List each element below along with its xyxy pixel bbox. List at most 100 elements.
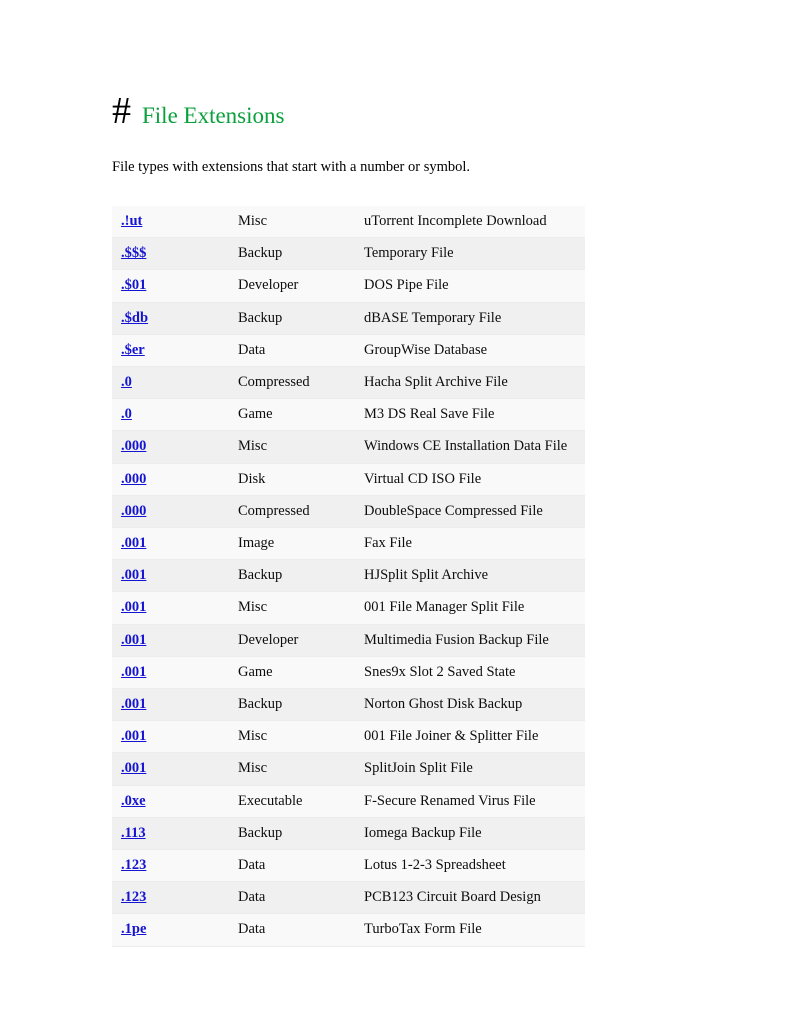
- description-cell: M3 DS Real Save File: [355, 398, 585, 432]
- description-cell: dBASE Temporary File: [355, 302, 585, 335]
- category-cell: Backup: [229, 688, 355, 722]
- description-cell: Virtual CD ISO File: [355, 463, 585, 496]
- extension-cell: .000: [112, 430, 229, 464]
- page-title: # File Extensions: [112, 92, 672, 130]
- extension-cell: .123: [112, 849, 229, 883]
- table-row: .$er Data GroupWise Database: [112, 334, 585, 368]
- category-cell: Disk: [229, 463, 355, 496]
- description-cell: HJSplit Split Archive: [355, 559, 585, 593]
- table-row: .001 Misc 001 File Manager Split File: [112, 591, 585, 625]
- table-row: .000 Compressed DoubleSpace Compressed Fil…: [112, 495, 585, 529]
- category-text: Compressed: [238, 502, 310, 519]
- extension-link[interactable]: .000: [121, 503, 146, 519]
- document-page: # File Extensions File types with extens…: [0, 0, 791, 1024]
- extension-link[interactable]: .0xe: [121, 793, 146, 809]
- description-text: 001 File Manager Split File: [364, 599, 525, 616]
- description-cell: Fax File: [355, 527, 585, 561]
- category-cell: Misc: [229, 206, 355, 239]
- table-row: .000 Disk Virtual CD ISO File: [112, 463, 585, 496]
- extension-link[interactable]: .001: [121, 632, 146, 648]
- description-text: TurboTax Form File: [364, 921, 482, 938]
- category-text: Misc: [238, 760, 267, 777]
- description-cell: Iomega Backup File: [355, 817, 585, 851]
- hash-symbol-icon: #: [112, 90, 131, 132]
- page-title-text: File Extensions: [142, 103, 285, 128]
- extension-link[interactable]: .$$$: [121, 245, 146, 261]
- extension-link[interactable]: .$db: [121, 310, 148, 326]
- description-text: DOS Pipe File: [364, 277, 449, 294]
- extension-link[interactable]: .113: [121, 825, 146, 841]
- extension-link[interactable]: .001: [121, 760, 146, 776]
- description-text: SplitJoin Split File: [364, 760, 473, 777]
- description-text: Hacha Split Archive File: [364, 374, 508, 391]
- category-cell: Compressed: [229, 495, 355, 529]
- category-cell: Developer: [229, 624, 355, 657]
- category-cell: Data: [229, 913, 355, 947]
- extension-link[interactable]: .001: [121, 664, 146, 680]
- description-text: Multimedia Fusion Backup File: [364, 631, 549, 648]
- extension-link[interactable]: .0: [121, 374, 132, 390]
- category-text: Executable: [238, 792, 303, 809]
- category-text: Data: [238, 341, 266, 358]
- description-text: M3 DS Real Save File: [364, 406, 495, 423]
- extension-link[interactable]: .001: [121, 567, 146, 583]
- category-text: Game: [238, 663, 273, 680]
- extension-link[interactable]: .1pe: [121, 921, 146, 937]
- description-cell: TurboTax Form File: [355, 913, 585, 947]
- extension-link[interactable]: .001: [121, 696, 146, 712]
- category-text: Misc: [238, 213, 267, 229]
- description-text: Lotus 1-2-3 Spreadsheet: [364, 857, 506, 874]
- description-cell: DoubleSpace Compressed File: [355, 495, 585, 529]
- category-cell: Misc: [229, 430, 355, 464]
- category-text: Misc: [238, 438, 267, 455]
- extension-link[interactable]: .000: [121, 471, 146, 487]
- table-row: .001 Developer Multimedia Fusion Backup Fi…: [112, 624, 585, 657]
- extension-link[interactable]: .$01: [121, 277, 146, 293]
- category-text: Backup: [238, 824, 283, 841]
- extension-cell: .001: [112, 688, 229, 722]
- extension-link[interactable]: .001: [121, 535, 146, 551]
- description-text: 001 File Joiner & Splitter File: [364, 728, 539, 745]
- description-cell: Norton Ghost Disk Backup: [355, 688, 585, 722]
- category-cell: Misc: [229, 591, 355, 625]
- category-cell: Data: [229, 881, 355, 915]
- file-extensions-table: .!ut Misc uTorrent Incomplete Download .$$$…: [112, 206, 585, 947]
- category-cell: Executable: [229, 785, 355, 818]
- table-row: .001 Backup HJSplit Split Archive: [112, 559, 585, 593]
- category-cell: Misc: [229, 720, 355, 754]
- category-text: Data: [238, 921, 266, 938]
- description-text: PCB123 Circuit Board Design: [364, 889, 541, 906]
- description-text: Norton Ghost Disk Backup: [364, 696, 523, 713]
- table-row: .123 Data Lotus 1-2-3 Spreadsheet: [112, 849, 585, 883]
- extension-link[interactable]: .000: [121, 438, 146, 454]
- extension-link[interactable]: .$er: [121, 342, 145, 358]
- category-cell: Backup: [229, 817, 355, 851]
- description-text: HJSplit Split Archive: [364, 567, 489, 584]
- description-text: Iomega Backup File: [364, 824, 482, 841]
- extension-cell: .0xe: [112, 785, 229, 818]
- extension-link[interactable]: .001: [121, 728, 146, 744]
- extension-link[interactable]: .123: [121, 889, 146, 905]
- extension-link[interactable]: .!ut: [121, 213, 142, 229]
- description-text: uTorrent Incomplete Download: [364, 213, 547, 229]
- extension-cell: .001: [112, 624, 229, 657]
- extension-cell: .1pe: [112, 913, 229, 947]
- table-row: .0 Game M3 DS Real Save File: [112, 398, 585, 432]
- category-cell: Misc: [229, 752, 355, 786]
- table-row: .000 Misc Windows CE Installation Data Fil…: [112, 430, 585, 464]
- extension-link[interactable]: .0: [121, 406, 132, 422]
- extension-link[interactable]: .123: [121, 857, 146, 873]
- extension-link[interactable]: .001: [121, 599, 146, 615]
- category-cell: Image: [229, 527, 355, 561]
- category-text: Developer: [238, 631, 299, 648]
- extension-cell: .$$$: [112, 237, 229, 271]
- extension-cell: .0: [112, 398, 229, 432]
- table-row: .$db Backup dBASE Temporary File: [112, 302, 585, 335]
- table-row: .$01 Developer DOS Pipe File: [112, 269, 585, 303]
- category-text: Disk: [238, 470, 266, 487]
- extension-cell: .001: [112, 527, 229, 561]
- table-row: .0xe Executable F-Secure Renamed Virus Fil…: [112, 785, 585, 818]
- description-cell: PCB123 Circuit Board Design: [355, 881, 585, 915]
- description-text: Virtual CD ISO File: [364, 470, 482, 487]
- category-text: Backup: [238, 309, 283, 326]
